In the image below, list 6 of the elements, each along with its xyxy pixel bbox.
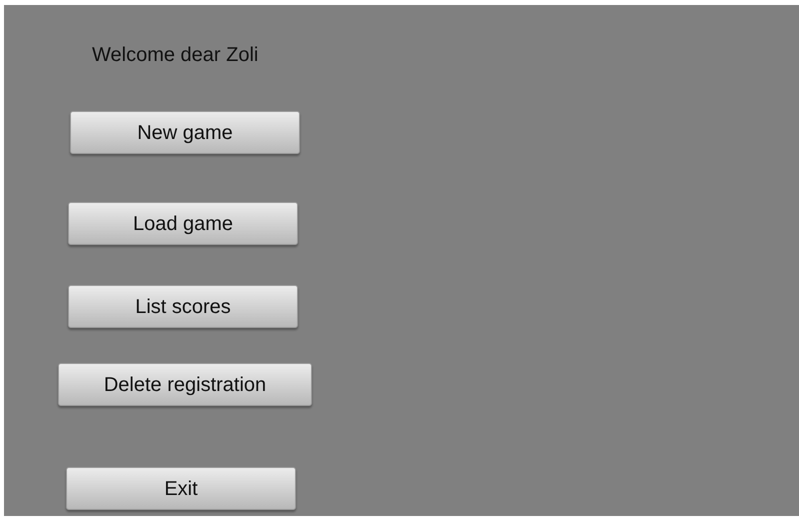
menu-button[interactable]: List scores — [68, 285, 298, 328]
menu-button[interactable]: Delete registration — [58, 363, 312, 406]
welcome-text: Welcome dear Zoli — [92, 43, 258, 67]
menu-button[interactable]: Exit — [66, 467, 296, 510]
menu-button[interactable]: New game — [70, 111, 300, 154]
menu-button[interactable]: Load game — [68, 202, 298, 245]
